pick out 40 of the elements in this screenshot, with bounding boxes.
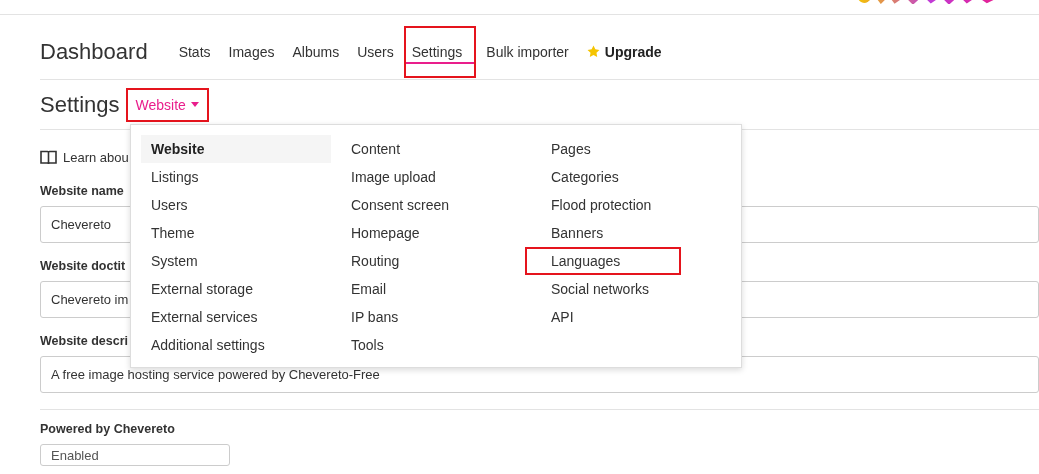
nav-tab[interactable]: Settings	[403, 25, 477, 78]
select-field[interactable]: Enabled	[40, 444, 230, 466]
menu-item[interactable]: Pages	[541, 135, 731, 163]
field-label: Website descri	[40, 334, 128, 350]
menu-item[interactable]: External services	[141, 303, 331, 331]
menu-item[interactable]: Theme	[141, 219, 331, 247]
menu-item[interactable]: Users	[141, 191, 331, 219]
menu-item[interactable]: Content	[341, 135, 531, 163]
settings-title: Settings	[40, 91, 120, 118]
nav-tab[interactable]: Stats	[170, 25, 219, 78]
nav-tab[interactable]: Users	[349, 25, 402, 78]
nav-tab[interactable]: Bulk importer	[478, 25, 577, 78]
dashboard-title: Dashboard	[40, 38, 148, 65]
menu-item[interactable]: IP bans	[341, 303, 531, 331]
menu-item[interactable]: System	[141, 247, 331, 275]
upgrade-link[interactable]: Upgrade	[578, 25, 670, 78]
field-label: Powered by Chevereto	[40, 422, 175, 438]
menu-item[interactable]: Consent screen	[341, 191, 531, 219]
menu-item[interactable]: Listings	[141, 163, 331, 191]
menu-item[interactable]: Categories	[541, 163, 731, 191]
caret-icon	[190, 102, 199, 107]
menu-item[interactable]: Homepage	[341, 219, 531, 247]
learn-link[interactable]: Learn abou	[63, 149, 129, 165]
field-label: Website name	[40, 184, 124, 200]
star-icon	[586, 45, 600, 58]
website-dropdown[interactable]: Website	[125, 87, 209, 122]
menu-item[interactable]: Image upload	[341, 163, 531, 191]
menu-item[interactable]: Flood protection	[541, 191, 731, 219]
field-label: Website doctit	[40, 259, 126, 275]
menu-item[interactable]: Banners	[541, 219, 731, 247]
book-icon	[40, 149, 57, 165]
menu-item[interactable]: External storage	[141, 275, 331, 303]
menu-item[interactable]: Tools	[341, 331, 531, 359]
nav-tab[interactable]: Images	[220, 25, 283, 78]
menu-item[interactable]: Email	[341, 275, 531, 303]
menu-item[interactable]: API	[541, 303, 731, 331]
menu-item[interactable]: Social networks	[541, 275, 731, 303]
nav-tab[interactable]: Albums	[284, 25, 348, 78]
menu-item[interactable]: Additional settings	[141, 331, 331, 359]
menu-item[interactable]: Website	[141, 135, 331, 163]
